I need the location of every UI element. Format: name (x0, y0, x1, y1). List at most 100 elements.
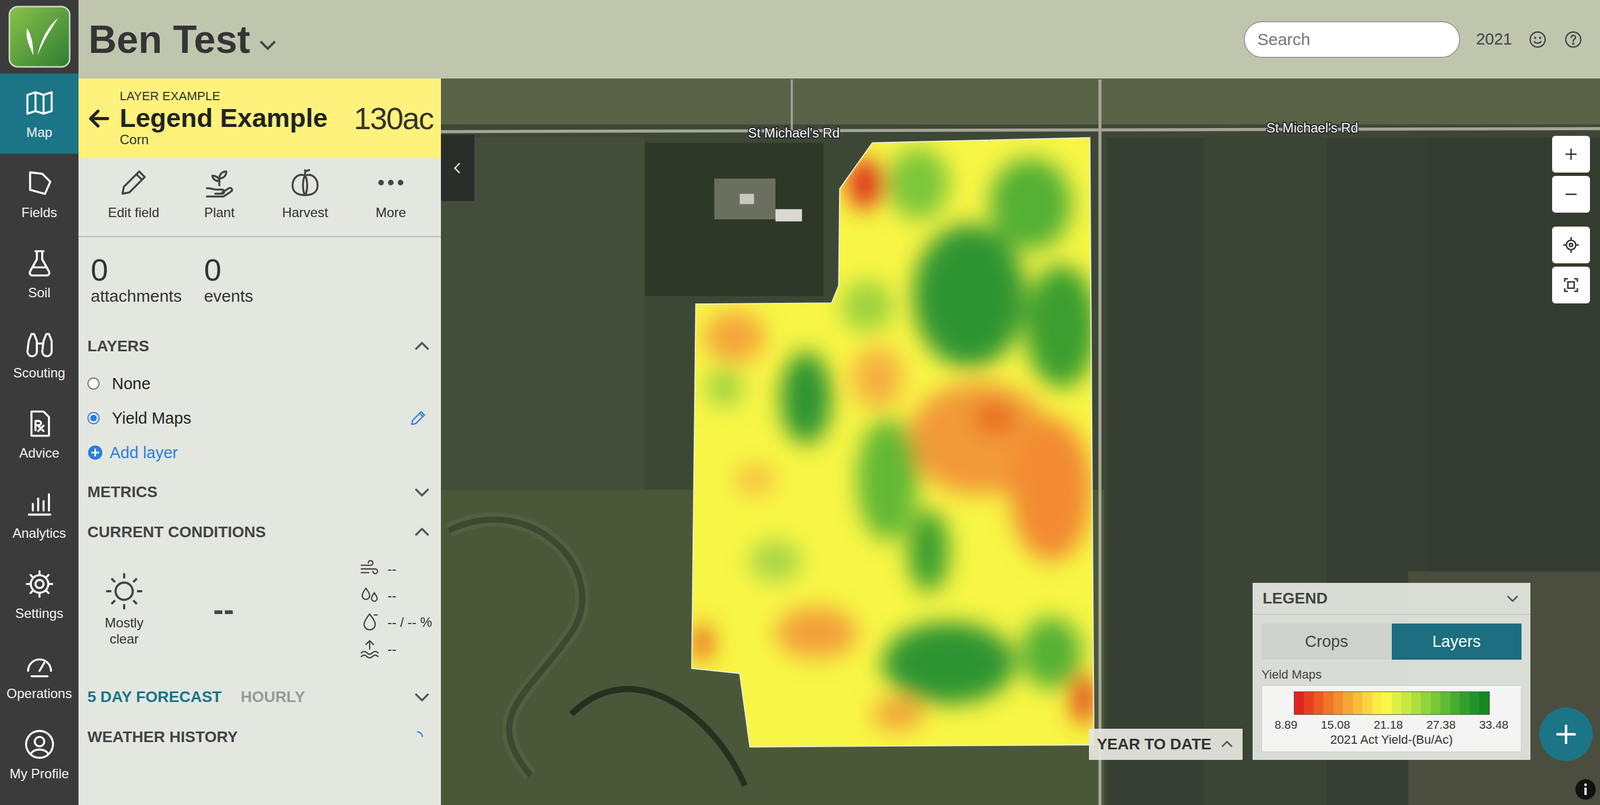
period-label: YEAR TO DATE (1096, 735, 1212, 754)
nav-item[interactable]: Scouting (0, 313, 79, 395)
nav-item[interactable]: Operations (0, 634, 79, 715)
layer-label: Yield Maps (111, 409, 191, 428)
chevron-icon (1504, 590, 1521, 607)
nav-item[interactable]: Advice (0, 394, 79, 475)
back-arrow-icon[interactable] (86, 105, 112, 132)
help-icon[interactable] (1563, 29, 1584, 50)
pencil-icon[interactable] (408, 408, 428, 428)
period-selector[interactable]: YEAR TO DATE (1088, 728, 1243, 760)
year-selector[interactable]: 2021 (1475, 30, 1513, 49)
nav-label: Map (26, 124, 53, 141)
metrics-header[interactable]: METRICS (78, 472, 441, 513)
count-label: events (203, 286, 253, 306)
chevron-icon (1219, 736, 1235, 753)
action-button[interactable]: Edit field (90, 165, 177, 237)
layers-header[interactable]: LAYERS (78, 326, 441, 367)
layer-option[interactable]: None (78, 366, 441, 401)
count[interactable]: 0events (203, 253, 253, 316)
action-label: Edit field (108, 204, 160, 221)
fit-frame-icon (1561, 275, 1581, 295)
farm-name: Ben Test (88, 17, 250, 62)
humidity-icon (358, 611, 381, 634)
nav-item[interactable]: Settings (0, 554, 79, 635)
zoom-in-button[interactable] (1552, 135, 1590, 173)
fit-field-button[interactable] (1552, 266, 1590, 304)
plus-circle-icon (87, 444, 103, 461)
nav-icon (23, 327, 56, 360)
nav-label: Fields (21, 204, 57, 221)
nav-label: Scouting (13, 365, 66, 381)
nav-label: My Profile (9, 766, 70, 782)
color-swatch (1401, 691, 1412, 715)
reading-value: -- (387, 561, 397, 577)
smiley-icon[interactable] (1527, 29, 1548, 50)
forecast-tab[interactable]: HOURLY (240, 688, 306, 706)
forecast-tab[interactable]: 5 DAY FORECAST (87, 688, 222, 706)
weather-reading: -- (358, 584, 433, 607)
temperature: -- (213, 591, 234, 628)
chevron-icon[interactable] (411, 686, 433, 708)
legend-title: LEGEND (1262, 589, 1328, 608)
legend-tab[interactable]: Crops (1261, 623, 1392, 660)
radio-button[interactable] (87, 411, 100, 425)
logo[interactable] (0, 0, 79, 74)
legend-body: CropsLayersYield Maps8.8915.0821.1827.38… (1252, 614, 1531, 760)
field-header: LAYER EXAMPLELegend ExampleCorn130ac (78, 78, 441, 159)
legend-header[interactable]: LEGEND (1252, 582, 1531, 615)
scale-ticks: 8.8915.0821.1827.3833.48 (1274, 718, 1509, 732)
field-boundary[interactable] (691, 137, 1094, 747)
water-level-icon (358, 637, 381, 661)
action-button[interactable]: Harvest (262, 165, 348, 237)
top-actions: 2021 (1243, 21, 1584, 58)
zoom-out-button[interactable] (1552, 175, 1590, 213)
pumpkin-icon (288, 165, 322, 200)
farm-selector[interactable]: Ben Test (88, 17, 281, 62)
field-area: 130ac (353, 100, 434, 137)
field-name: Legend Example (119, 103, 328, 133)
nav-label: Settings (15, 605, 64, 622)
count-label: attachments (90, 286, 182, 306)
loading-spinner-icon (409, 729, 425, 745)
section-title: LAYERS (87, 337, 150, 356)
color-swatch (1342, 691, 1353, 715)
layer-option[interactable]: Yield Maps (78, 400, 441, 436)
leaf-logo-icon[interactable] (8, 5, 71, 68)
color-swatch (1381, 691, 1392, 715)
action-label: Plant (204, 204, 235, 221)
radio-button[interactable] (87, 377, 100, 390)
nav-item[interactable]: Analytics (0, 474, 79, 555)
color-swatch (1313, 691, 1324, 715)
conditions-header[interactable]: CURRENT CONDITIONS (78, 512, 441, 553)
reading-value: -- (387, 587, 397, 604)
nav-label: Advice (18, 445, 60, 461)
collapse-panel-button[interactable] (440, 134, 475, 201)
count-value: 0 (90, 253, 182, 287)
chevron-icon (411, 522, 433, 543)
locate-button[interactable] (1552, 226, 1590, 264)
count[interactable]: 0attachments (90, 253, 182, 316)
action-button[interactable]: More (347, 165, 434, 237)
nav-rail: Map Fields Soil Scouting Advice Analytics Sett… (0, 0, 79, 805)
action-label: More (375, 204, 407, 221)
info-icon[interactable] (1574, 778, 1597, 801)
nav-item[interactable]: Soil (0, 233, 79, 314)
nav-label: Soil (27, 285, 51, 301)
field-panel: LAYER EXAMPLELegend ExampleCorn130ac Edit… (78, 78, 441, 805)
add-button[interactable] (1539, 707, 1593, 762)
legend-tab[interactable]: Layers (1391, 623, 1523, 660)
add-layer-button[interactable]: Add layer (78, 435, 441, 470)
search-input[interactable] (1243, 21, 1461, 58)
weather-history-header[interactable]: WEATHER HISTORY (78, 717, 441, 758)
nav-label: Operations (6, 685, 72, 702)
nav-item[interactable]: Map (0, 73, 79, 154)
scale-tick: 33.48 (1479, 718, 1509, 732)
view-controls (1552, 226, 1590, 304)
pencil-icon (116, 165, 151, 200)
yield-heatmap[interactable] (683, 132, 1103, 755)
nav-item[interactable]: Fields (0, 153, 79, 234)
scale-tick: 8.89 (1274, 718, 1298, 732)
main: St Michael's RdSt Michael's RdBen Test20… (78, 0, 1600, 805)
nav-item[interactable]: My Profile (0, 714, 79, 795)
action-button[interactable]: Plant (176, 165, 263, 237)
add-layer-label: Add layer (109, 443, 179, 463)
